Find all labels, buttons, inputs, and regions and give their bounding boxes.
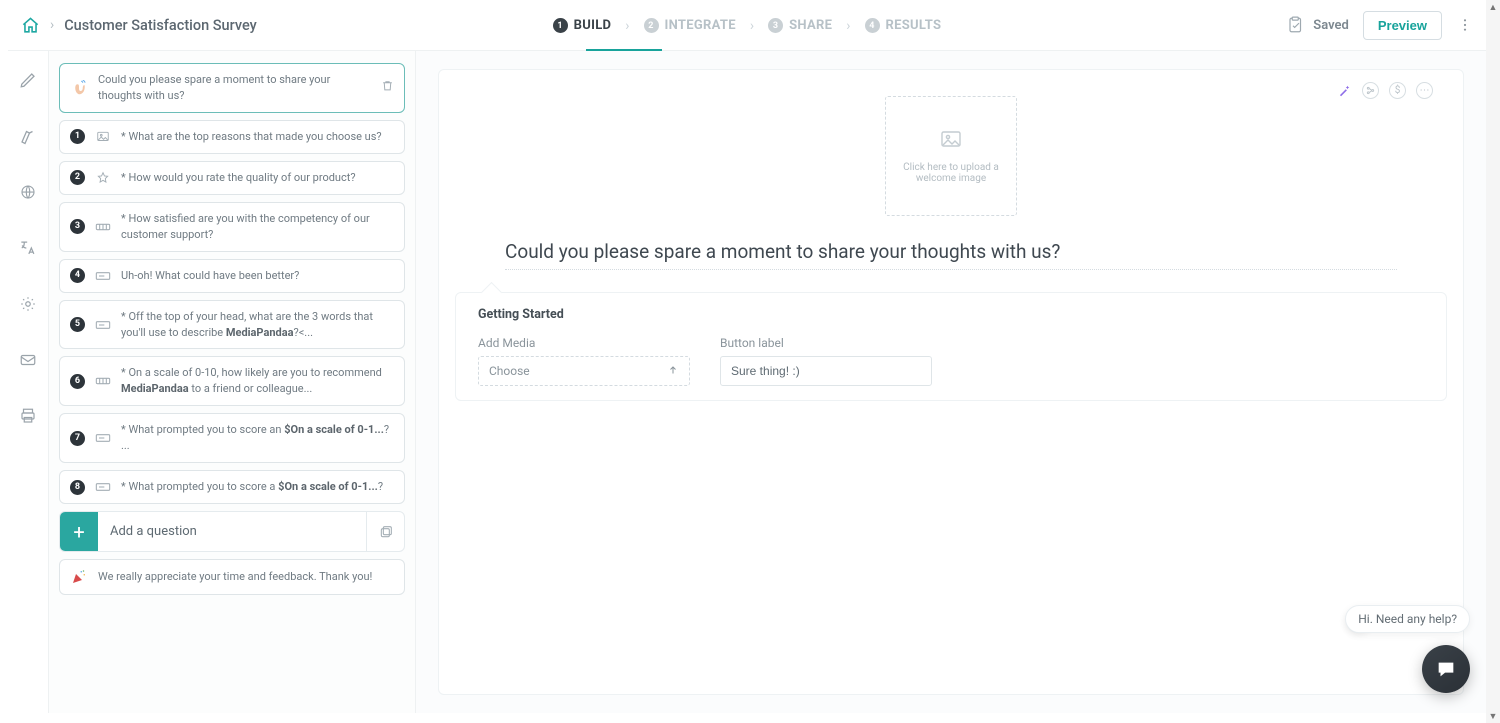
question-text: * What are the top reasons that made you…: [121, 129, 394, 145]
scroll-down-arrow[interactable]: ▼: [1486, 709, 1500, 723]
question-card[interactable]: 6 * On a scale of 0-10, how likely are yo…: [59, 356, 405, 406]
home-icon[interactable]: [20, 15, 40, 35]
magic-wand-icon[interactable]: [1335, 82, 1352, 99]
welcome-card-text: Could you please spare a moment to share…: [98, 72, 371, 104]
question-number-badge: 3: [70, 219, 85, 234]
upload-welcome-image[interactable]: Click here to upload a welcome image: [885, 96, 1017, 216]
edit-icon[interactable]: [17, 69, 39, 91]
print-icon[interactable]: [17, 405, 39, 427]
question-bank-icon[interactable]: [366, 512, 404, 551]
more-options-icon[interactable]: ⋯: [1416, 82, 1433, 99]
chevron-right-icon: ›: [625, 18, 629, 34]
question-number-badge: 6: [70, 374, 85, 389]
question-card[interactable]: 7 * What prompted you to score an $On a s…: [59, 413, 405, 463]
upload-text: Click here to upload a welcome image: [896, 162, 1006, 184]
question-text: * How satisfied are you with the compete…: [121, 211, 394, 243]
step-tabs: 1 BUILD › 2 INTEGRATE › 3 SHARE › 4 RESU…: [545, 0, 950, 51]
question-number-badge: 8: [70, 480, 85, 495]
question-text: * What prompted you to score an $On a sc…: [121, 422, 394, 454]
add-question-label[interactable]: Add a question: [98, 512, 366, 551]
question-number-badge: 5: [70, 317, 85, 332]
question-card[interactable]: 1 * What are the top reasons that made yo…: [59, 120, 405, 154]
question-card[interactable]: 4 Uh-oh! What could have been better?: [59, 259, 405, 293]
thankyou-card-text: We really appreciate your time and feedb…: [98, 569, 394, 585]
saved-indicator: Saved: [1287, 16, 1349, 34]
question-card[interactable]: 5 * Off the top of your head, what are th…: [59, 300, 405, 350]
mail-icon[interactable]: [17, 349, 39, 371]
question-number-badge: 7: [70, 431, 85, 446]
upload-arrow-icon: [667, 364, 679, 379]
add-media-label: Add Media: [478, 336, 690, 350]
question-card[interactable]: 8 * What prompted you to score a $On a sc…: [59, 470, 405, 504]
canvas-card: $ ⋯ Click here to upload a welcome image…: [438, 69, 1464, 695]
branch-icon[interactable]: [1362, 82, 1379, 99]
question-text: * How would you rate the quality of our …: [121, 170, 394, 186]
tab-integrate[interactable]: 2 INTEGRATE: [636, 0, 744, 51]
question-number-badge: 4: [70, 268, 85, 283]
editor-canvas: $ ⋯ Click here to upload a welcome image…: [416, 51, 1486, 713]
scroll-up-arrow[interactable]: ▲: [1486, 0, 1500, 14]
chat-fab[interactable]: [1422, 645, 1470, 693]
question-card[interactable]: 2 * How would you rate the quality of our…: [59, 161, 405, 195]
button-label-label: Button label: [720, 336, 932, 350]
question-card[interactable]: 3 * How satisfied are you with the compet…: [59, 202, 405, 252]
welcome-card[interactable]: Could you please spare a moment to share…: [59, 63, 405, 113]
left-tool-rail: [8, 51, 49, 713]
theme-icon[interactable]: [17, 125, 39, 147]
card-float-actions: $ ⋯: [1335, 82, 1433, 99]
chevron-right-icon: ›: [846, 18, 850, 34]
question-text: * On a scale of 0-10, how likely are you…: [121, 365, 394, 397]
tab-results[interactable]: 4 RESULTS: [857, 0, 950, 51]
delete-icon[interactable]: [381, 79, 394, 97]
add-question-row: + Add a question: [59, 511, 405, 552]
panel-title: Getting Started: [478, 307, 1424, 322]
question-text: * What prompted you to score a $On a sca…: [121, 479, 394, 495]
chevron-right-icon: ›: [750, 18, 754, 34]
choose-media-value: Choose: [489, 364, 530, 378]
thankyou-card[interactable]: We really appreciate your time and feedb…: [59, 559, 405, 595]
more-menu-icon[interactable]: [1456, 16, 1474, 34]
preview-button[interactable]: Preview: [1363, 11, 1442, 40]
wave-icon: [70, 79, 88, 97]
confetti-icon: [70, 568, 88, 586]
scale-icon: [95, 221, 111, 233]
survey-title: Customer Satisfaction Survey: [64, 17, 257, 34]
text-icon: [95, 481, 111, 493]
question-text: Uh-oh! What could have been better?: [121, 268, 394, 284]
globe-icon[interactable]: [17, 181, 39, 203]
question-number-badge: 2: [70, 170, 85, 185]
text-icon: [95, 319, 111, 331]
breadcrumb-chevron-icon: ›: [50, 17, 54, 33]
gear-icon[interactable]: [17, 293, 39, 315]
variable-icon[interactable]: $: [1389, 82, 1406, 99]
choose-media-dropdown[interactable]: Choose: [478, 356, 690, 386]
welcome-question-text[interactable]: Could you please spare a moment to share…: [505, 240, 1397, 263]
question-text: * Off the top of your head, what are the…: [121, 309, 394, 341]
question-number-badge: 1: [70, 129, 85, 144]
top-header: › Customer Satisfaction Survey 1 BUILD ›…: [8, 0, 1486, 51]
picture-icon: [95, 130, 111, 144]
scale-icon: [95, 375, 111, 387]
translate-icon[interactable]: [17, 237, 39, 259]
getting-started-panel: Getting Started Add Media Choose Button …: [455, 292, 1447, 401]
star-icon: [95, 171, 111, 185]
tab-share[interactable]: 3 SHARE: [760, 0, 840, 51]
button-label-input[interactable]: [720, 356, 932, 386]
text-icon: [95, 270, 111, 282]
text-icon: [95, 432, 111, 444]
question-underline: [505, 269, 1397, 270]
add-question-button[interactable]: +: [60, 512, 98, 551]
help-bubble[interactable]: Hi. Need any help?: [1345, 605, 1470, 633]
question-sidebar[interactable]: Could you please spare a moment to share…: [49, 51, 416, 713]
tab-build[interactable]: 1 BUILD: [545, 0, 620, 51]
page-scrollbar[interactable]: ▲ ▼: [1486, 0, 1500, 723]
